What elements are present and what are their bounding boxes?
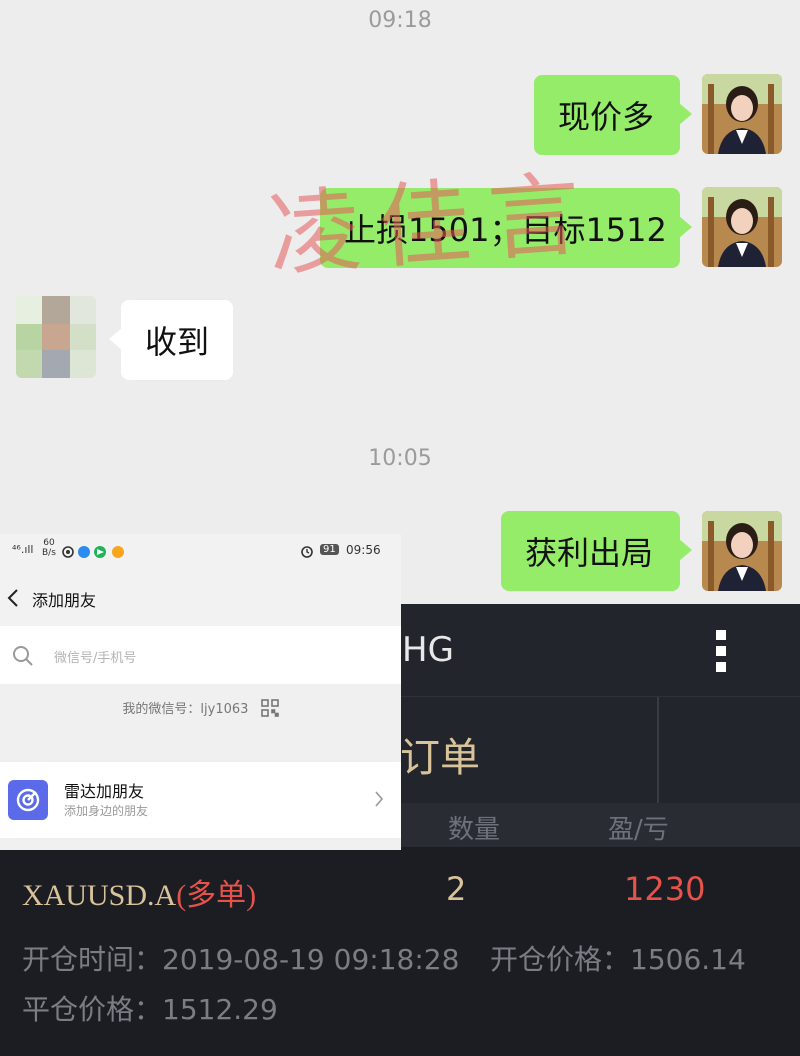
blurred-avatar-icon bbox=[16, 296, 96, 378]
nav-title: 添加朋友 bbox=[32, 591, 97, 610]
tab-orders[interactable]: 订单 bbox=[400, 725, 480, 783]
avatar-photo-icon bbox=[702, 74, 782, 154]
signal-icon: ⁴⁶.ıll bbox=[12, 543, 34, 556]
status-time: 09:56 bbox=[346, 543, 381, 557]
tab-divider bbox=[657, 697, 659, 803]
symbol-text: XAUUSD.A bbox=[22, 879, 177, 912]
user-avatar[interactable] bbox=[702, 511, 782, 591]
radar-icon bbox=[8, 780, 48, 820]
app-notification-icons bbox=[62, 545, 126, 562]
message-bubble[interactable]: 收到 bbox=[109, 300, 233, 380]
speed-unit: B/s bbox=[42, 548, 56, 558]
close-price-value: 1512.29 bbox=[162, 993, 278, 1026]
open-time-label: 开仓时间： bbox=[22, 943, 163, 976]
column-header-qty: 数量 bbox=[448, 815, 501, 845]
order-qty: 2 bbox=[446, 870, 467, 908]
trade-title-partial: HG bbox=[402, 630, 454, 670]
chevron-right-icon bbox=[374, 790, 384, 812]
speed-value: 60 bbox=[43, 538, 55, 548]
close-price-line: 平仓价格：1512.29 bbox=[22, 988, 278, 1028]
watermark-text: 凌佳言 bbox=[265, 159, 602, 290]
open-price-line: 开仓价格：1506.14 bbox=[490, 938, 746, 978]
my-wechat-id: 我的微信号：ljy1063 bbox=[122, 702, 249, 717]
close-price-label: 平仓价格： bbox=[22, 993, 163, 1026]
search-placeholder: 微信号/手机号 bbox=[54, 651, 137, 666]
status-bar: ⁴⁶.ıll 60 B/s 91 09:56 bbox=[0, 534, 401, 572]
avatar-photo-icon bbox=[702, 187, 782, 267]
back-arrow-icon[interactable] bbox=[6, 588, 20, 612]
open-time-line: 开仓时间：2019-08-19 09:18:28 bbox=[22, 938, 459, 978]
user-avatar[interactable] bbox=[702, 74, 782, 154]
search-icon bbox=[12, 645, 34, 671]
direction-text: (多单) bbox=[176, 879, 257, 912]
search-input[interactable]: 微信号/手机号 bbox=[0, 626, 401, 684]
network-speed: 60 B/s bbox=[42, 538, 56, 558]
my-wechat-id-row[interactable]: 我的微信号：ljy1063 bbox=[0, 698, 401, 721]
order-pnl: 1230 bbox=[624, 870, 706, 908]
message-bubble[interactable]: 获利出局 bbox=[501, 511, 692, 591]
battery-level: 91 bbox=[320, 544, 339, 555]
open-price-label: 开仓价格： bbox=[490, 943, 631, 976]
radar-add-friend[interactable]: 雷达加朋友 添加身边的朋友 bbox=[0, 762, 401, 838]
contact-avatar[interactable] bbox=[16, 296, 96, 378]
alarm-icon bbox=[300, 544, 314, 561]
chat-timestamp: 10:05 bbox=[368, 446, 432, 471]
radar-subtitle: 添加身边的朋友 bbox=[64, 804, 149, 818]
order-symbol[interactable]: XAUUSD.A(多单) bbox=[22, 870, 256, 914]
radar-title: 雷达加朋友 bbox=[64, 782, 145, 801]
nav-bar: 添加朋友 bbox=[0, 572, 401, 626]
chat-timestamp: 09:18 bbox=[368, 8, 432, 33]
phone-screenshot: ⁴⁶.ıll 60 B/s 91 09:56 添加朋友 微信号/手机号 我的微信… bbox=[0, 534, 401, 850]
qr-code-icon[interactable] bbox=[260, 698, 279, 721]
more-menu-icon[interactable] bbox=[712, 628, 730, 678]
user-avatar[interactable] bbox=[702, 187, 782, 267]
open-price-value: 1506.14 bbox=[630, 943, 746, 976]
open-time-value: 2019-08-19 09:18:28 bbox=[162, 943, 460, 976]
column-header-pnl: 盈/亏 bbox=[608, 815, 669, 845]
avatar-photo-icon bbox=[702, 511, 782, 591]
